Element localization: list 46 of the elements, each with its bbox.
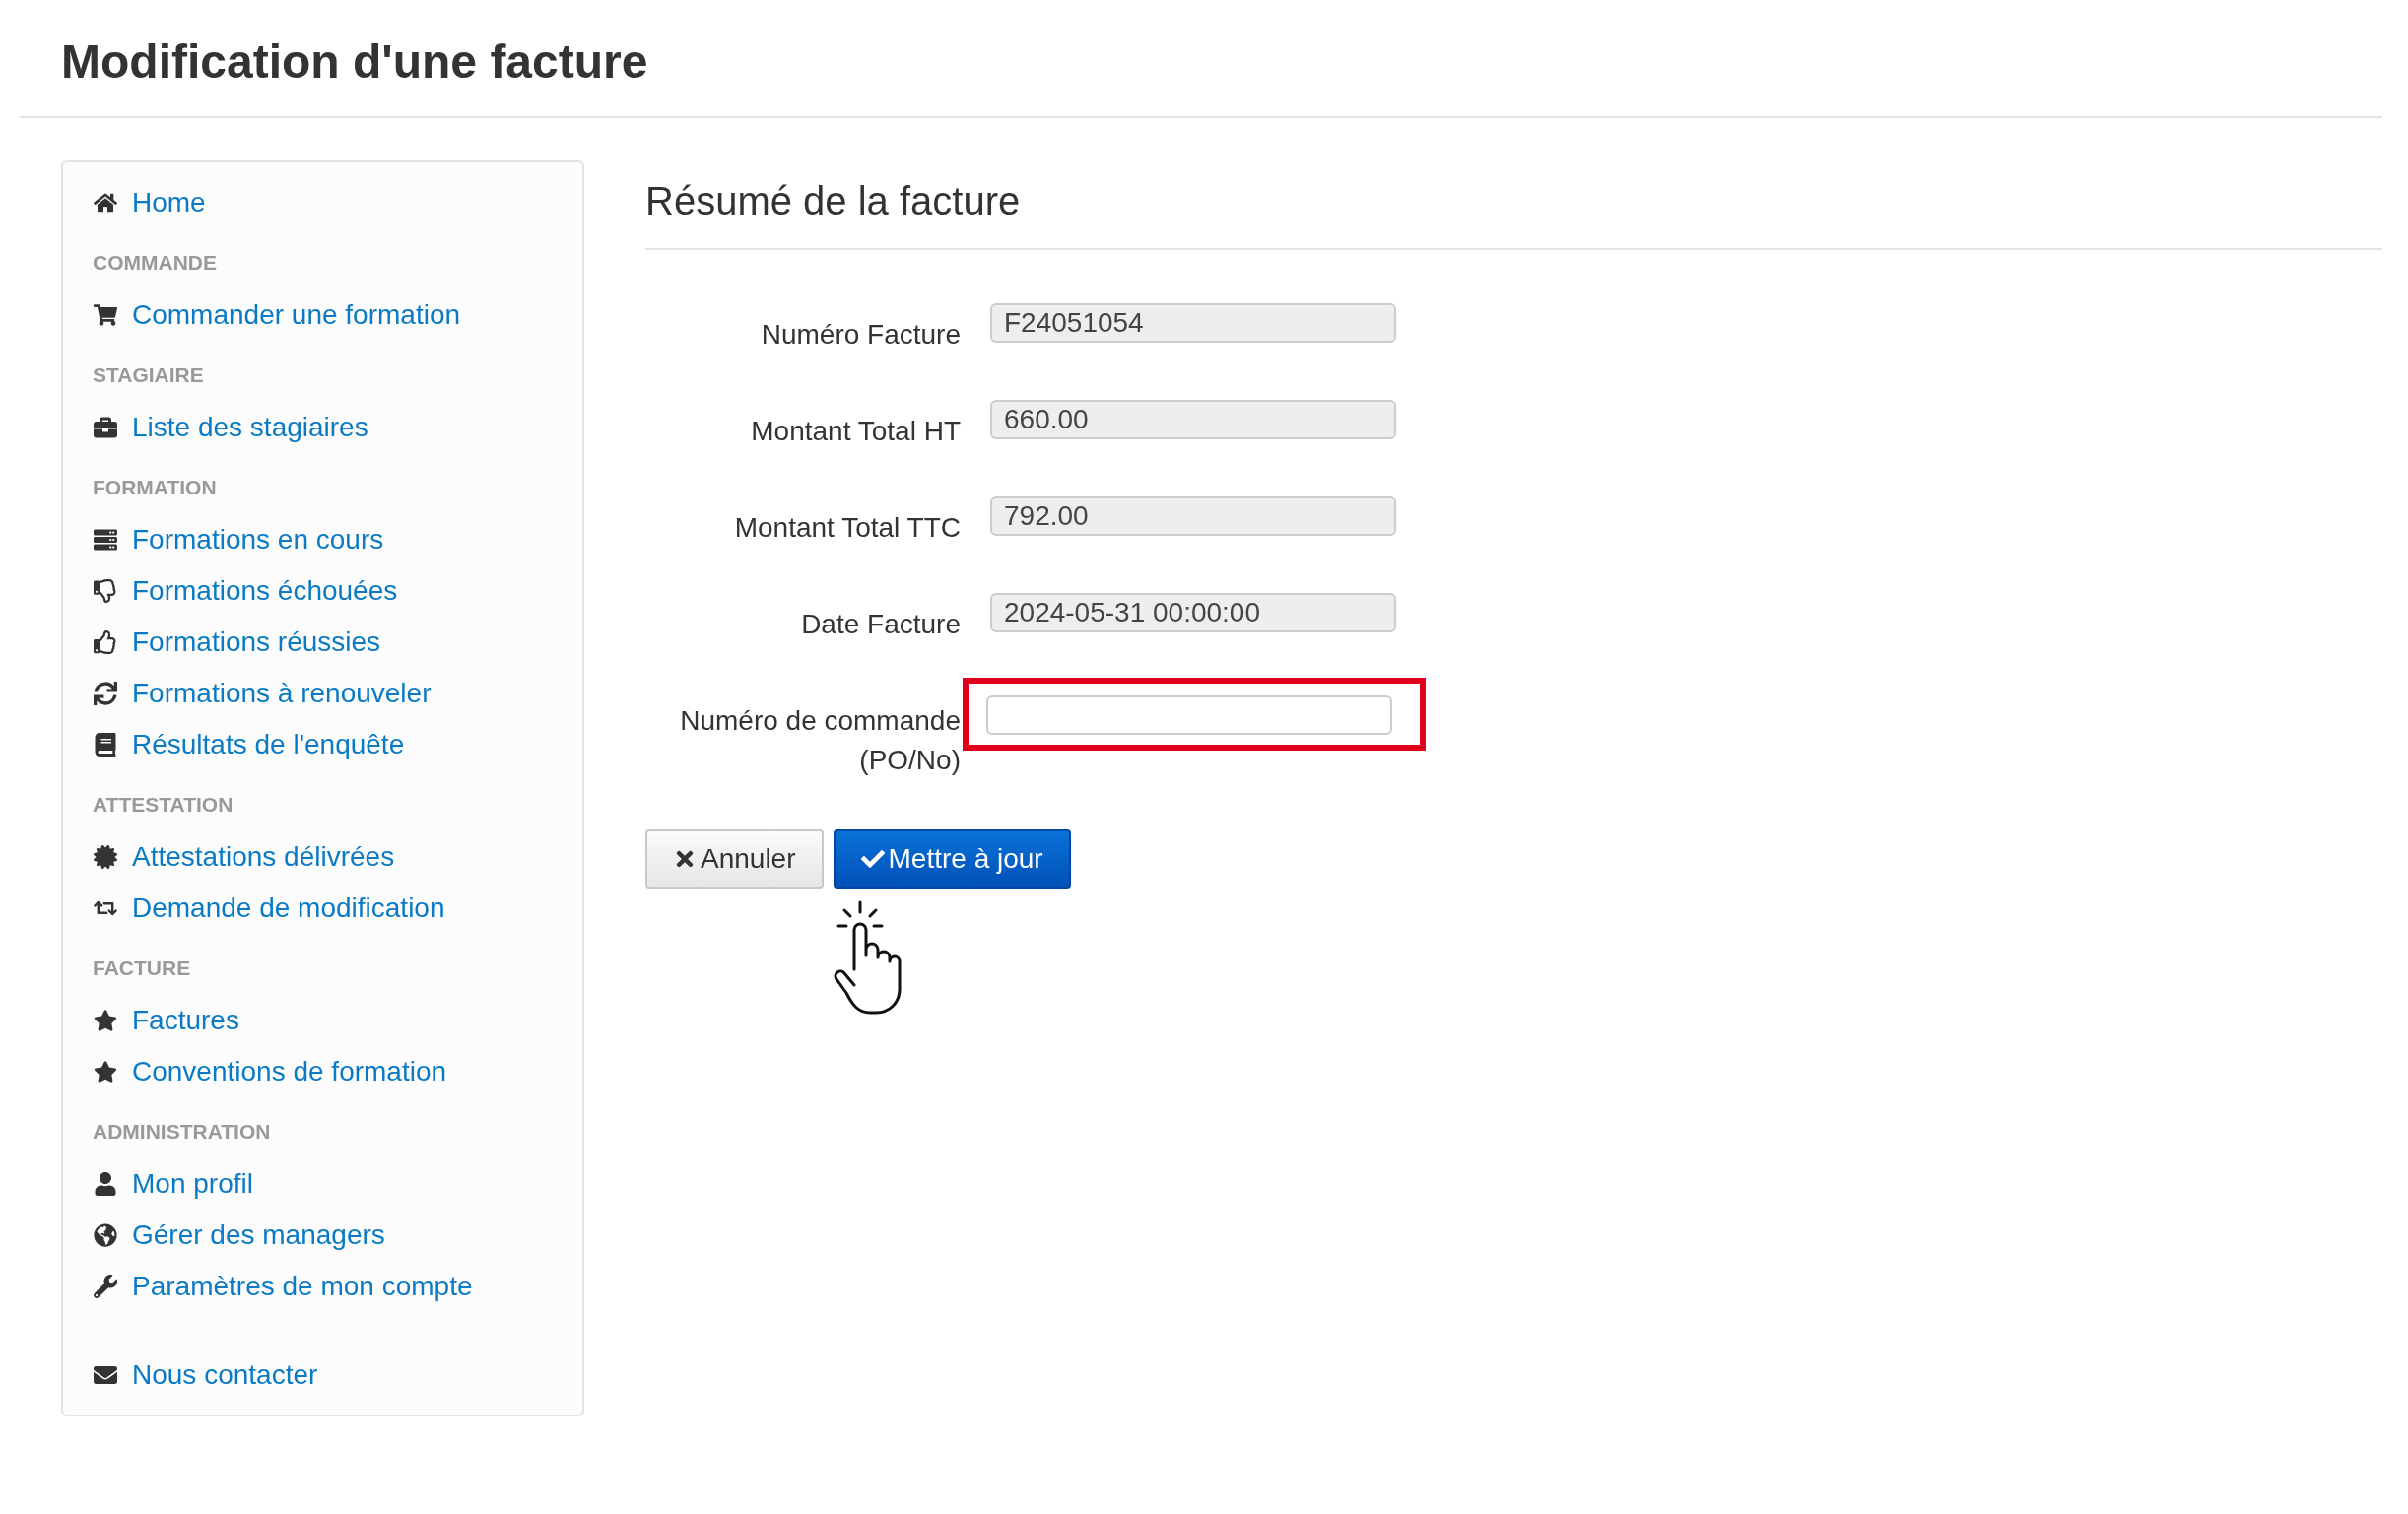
sidebar-link[interactable]: Demande de modification bbox=[93, 883, 445, 934]
sidebar-link[interactable]: Factures bbox=[93, 995, 239, 1046]
star-icon bbox=[93, 1008, 118, 1033]
field-label: Date Facture bbox=[801, 608, 961, 641]
refresh-icon bbox=[93, 681, 118, 706]
star-icon bbox=[93, 1059, 118, 1085]
sidebar-link[interactable]: Commander une formation bbox=[93, 290, 461, 341]
wrench-icon bbox=[93, 1274, 118, 1299]
sidebar-link[interactable]: Formations à renouveler bbox=[93, 668, 432, 719]
section-title: Résumé de la facture bbox=[645, 178, 1021, 225]
page-title: Modification d'une facture bbox=[61, 34, 649, 90]
sidebar-heading: COMMANDE bbox=[93, 250, 218, 276]
sidebar-link[interactable]: Gérer des managers bbox=[93, 1210, 385, 1261]
sidebar-link[interactable]: Formations réussies bbox=[93, 617, 381, 668]
thumbs-up-icon bbox=[93, 629, 118, 655]
thumbs-down-icon bbox=[93, 578, 118, 604]
sidebar-link[interactable]: Conventions de formation bbox=[93, 1046, 447, 1097]
sidebar-heading: FORMATION bbox=[93, 475, 218, 500]
sidebar-link[interactable]: Résultats de l'enquête bbox=[93, 719, 405, 770]
sidebar-link[interactable]: Formations échouées bbox=[93, 565, 398, 617]
field-label: Numéro de commande (PO/No) bbox=[679, 704, 961, 777]
sidebar-heading: FACTURE bbox=[93, 955, 192, 981]
sidebar-link[interactable]: Attestations délivrées bbox=[93, 831, 395, 883]
globe-icon bbox=[93, 1222, 118, 1248]
sidebar-link[interactable]: Mon profil bbox=[93, 1158, 253, 1210]
user-icon bbox=[93, 1171, 118, 1197]
badge-icon bbox=[93, 844, 118, 870]
cancel-button[interactable]: Annuler bbox=[645, 829, 824, 889]
sidebar-link[interactable]: Liste des stagiaires bbox=[93, 402, 368, 453]
sidebar-heading: ATTESTATION bbox=[93, 792, 234, 818]
field-label: Numéro Facture bbox=[761, 318, 961, 352]
briefcase-icon bbox=[93, 415, 118, 440]
cart-icon bbox=[93, 302, 118, 328]
field-label: Montant Total TTC bbox=[734, 511, 961, 545]
check-icon bbox=[860, 847, 885, 871]
sidebar-heading: STAGIAIRE bbox=[93, 362, 205, 388]
list-icon bbox=[93, 527, 118, 553]
field-label: Montant Total HT bbox=[751, 415, 961, 448]
book-icon bbox=[93, 732, 118, 757]
sidebar-link[interactable]: Home bbox=[93, 177, 206, 229]
sidebar-heading: ADMINISTRATION bbox=[93, 1119, 272, 1145]
sidebar-link[interactable]: Paramètres de mon compte bbox=[93, 1261, 473, 1312]
update-button[interactable]: Mettre à jour bbox=[833, 829, 1071, 889]
sidebar-link[interactable]: Nous contacter bbox=[93, 1349, 318, 1401]
sidebar-link[interactable]: Formations en cours bbox=[93, 514, 384, 565]
input-field[interactable] bbox=[986, 695, 1392, 735]
